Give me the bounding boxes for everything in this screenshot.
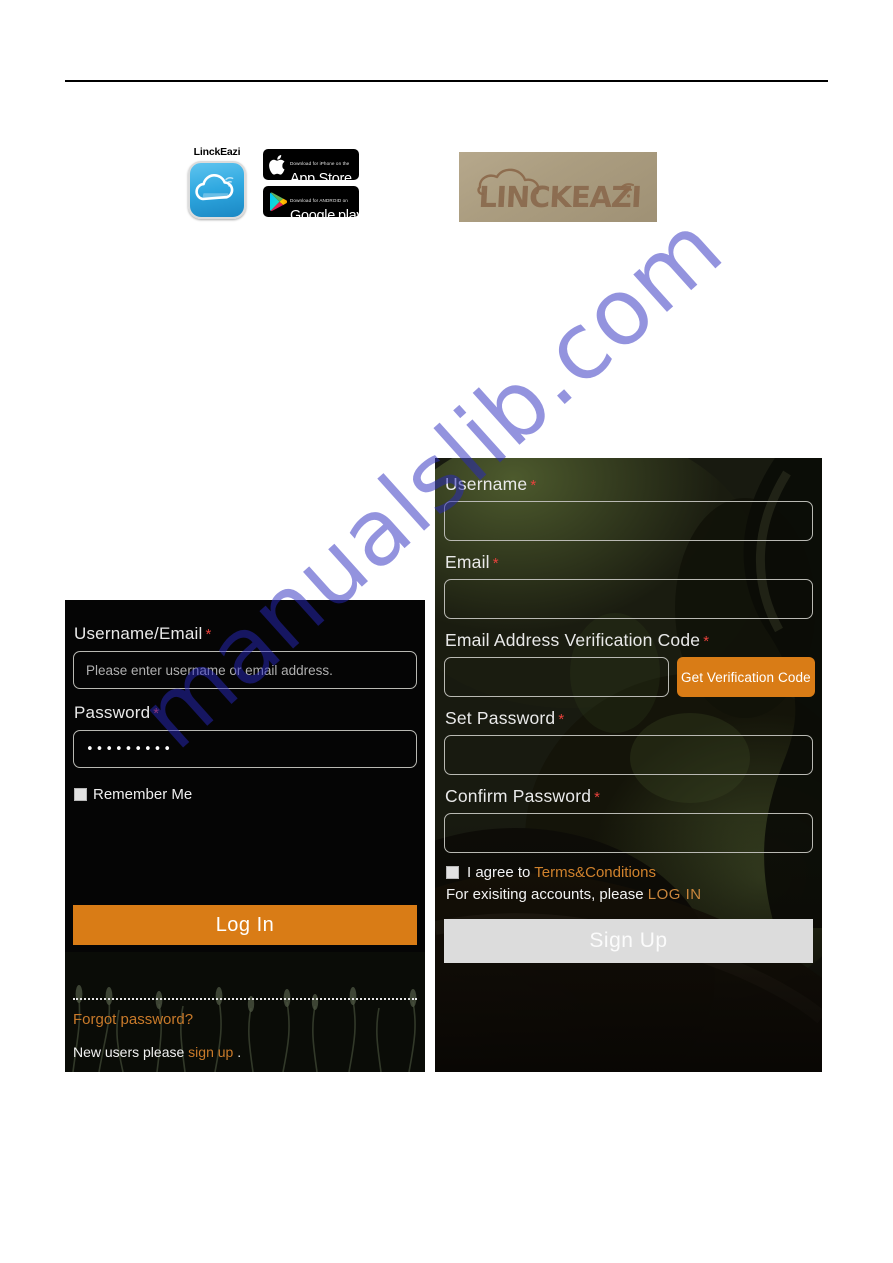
log-in-link[interactable]: LOG IN [648, 886, 702, 903]
new-users-suffix: . [233, 1044, 242, 1060]
linckeazi-app-icon-block: LinckEazi [185, 146, 249, 224]
login-username-field-group: Username/Email * [73, 624, 417, 689]
signup-verification-code-group: Email Address Verification Code * Get Ver… [444, 630, 815, 697]
page-header-rule [65, 80, 828, 82]
cloud-wifi-glyph [195, 174, 234, 201]
signup-set-password-label: Set Password [445, 708, 556, 728]
required-asterisk: * [558, 711, 565, 728]
store-badge-list: Download for iPhone on the App Store Dow… [263, 149, 363, 223]
required-asterisk: * [703, 633, 710, 650]
remember-me-label: Remember Me [93, 786, 193, 803]
signup-verification-code-label: Email Address Verification Code [445, 630, 701, 650]
login-password-masked-value: ••••••••• [86, 742, 174, 757]
app-store-big-text: App Store [290, 171, 352, 180]
required-asterisk: * [492, 555, 499, 572]
signup-email-input[interactable] [444, 579, 813, 619]
signup-email-field-group: Email * [444, 552, 813, 619]
signup-confirm-password-group: Confirm Password * [444, 786, 813, 853]
apple-logo-icon [269, 154, 286, 175]
linckeazi-wordmark-graphic: LINCKEAZI [477, 168, 642, 214]
google-play-big-text-2: play [337, 208, 359, 217]
required-asterisk: * [594, 789, 601, 806]
login-username-label: Username/Email [74, 624, 203, 643]
sign-up-link[interactable]: sign up [188, 1044, 233, 1060]
signup-set-password-group: Set Password * [444, 708, 813, 775]
forgot-password-link[interactable]: Forgot password? [73, 1011, 193, 1028]
app-store-badge[interactable]: Download for iPhone on the App Store [263, 149, 359, 180]
required-asterisk: * [530, 477, 537, 494]
linckeazi-cloud-app-icon[interactable] [188, 161, 246, 219]
signup-username-input[interactable] [444, 501, 813, 541]
existing-account-line: For exisiting accounts, please LOG IN [446, 886, 813, 903]
google-play-big-text-1: Google [290, 208, 335, 217]
google-play-small-text: Download for ANDROID on [290, 198, 348, 203]
svg-text:LINCKEAZI: LINCKEAZI [478, 180, 642, 214]
login-password-input[interactable]: ••••••••• [73, 730, 417, 768]
required-asterisk: * [153, 705, 160, 722]
terms-and-conditions-link[interactable]: Terms&Conditions [534, 864, 656, 881]
existing-account-prefix: For exisiting accounts, please [446, 886, 648, 903]
signup-username-label: Username [445, 474, 528, 494]
login-password-label: Password [74, 703, 151, 722]
app-store-small-text: Download for iPhone on the [290, 161, 350, 166]
signup-confirm-password-label: Confirm Password [445, 786, 592, 806]
terms-agreement-checkbox[interactable] [446, 866, 459, 879]
google-play-triangle-icon [269, 191, 288, 212]
signup-confirm-password-input[interactable] [444, 813, 813, 853]
login-password-field-group: Password * ••••••••• [73, 703, 417, 768]
signup-verification-code-input[interactable] [444, 657, 669, 697]
terms-agreement-prefix: I agree to [467, 864, 535, 881]
terms-agreement-row[interactable]: I agree to Terms&Conditions [446, 864, 813, 881]
new-users-signup-line: New users please sign up . [73, 1044, 241, 1060]
new-users-prefix: New users please [73, 1044, 189, 1060]
log-in-button[interactable]: Log In [73, 905, 417, 945]
sign-up-button[interactable]: Sign Up [444, 919, 813, 963]
signup-username-field-group: Username * [444, 474, 813, 541]
google-play-badge[interactable]: Download for ANDROID on Googleplay [263, 186, 359, 217]
linckeazi-logo-plate: LINCKEAZI [459, 152, 657, 222]
get-verification-code-button[interactable]: Get Verification Code [677, 657, 815, 697]
remember-me-row[interactable]: Remember Me [74, 786, 417, 803]
remember-me-checkbox[interactable] [74, 788, 87, 801]
app-icon-label: LinckEazi [193, 146, 241, 158]
signup-email-label: Email [445, 552, 490, 572]
required-asterisk: * [205, 626, 212, 643]
login-divider [73, 998, 417, 1000]
signup-form-panel: Username * Email * Email Address Verificat… [435, 458, 822, 1072]
signup-set-password-input[interactable] [444, 735, 813, 775]
login-form-panel: Username/Email* Password* ••••••••• Reme… [65, 600, 425, 1072]
app-download-badges: LinckEazi Download for iPhone on the App… [185, 146, 365, 228]
login-username-input[interactable] [73, 651, 417, 689]
